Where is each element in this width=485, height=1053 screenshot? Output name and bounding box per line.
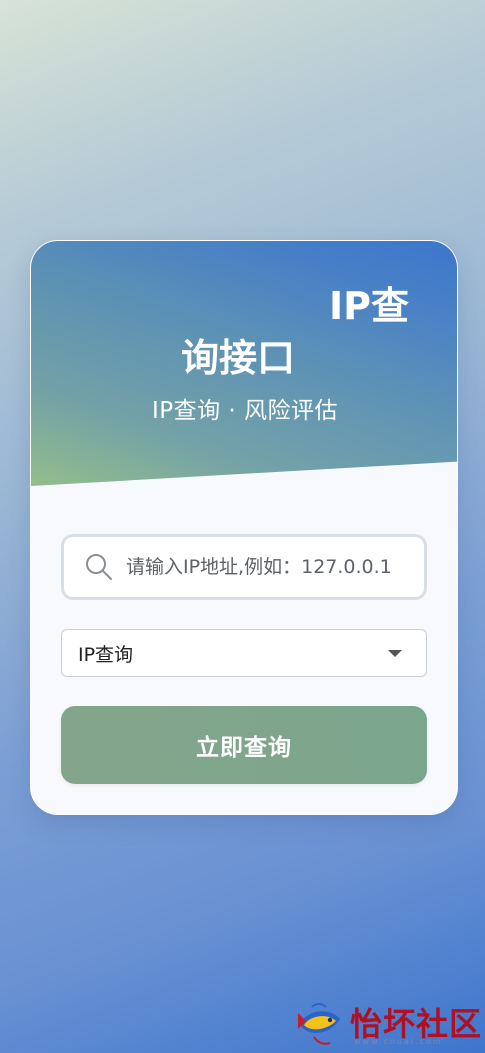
chevron-down-icon — [388, 649, 402, 657]
query-type-value: IP查询 — [78, 643, 134, 666]
watermark-logo: 怡坏社区 www.cnuai.com — [292, 997, 482, 1049]
submit-query-button[interactable]: 立即查询 — [61, 706, 427, 784]
page-subtitle: IP查询 · 风险评估 — [151, 398, 339, 424]
title-line-2: 询接口 — [181, 336, 296, 380]
fish-logo-icon — [298, 1003, 340, 1045]
query-card: IP查 询接口 IP查询 · 风险评估 IP查询 立即查询 — [30, 240, 458, 815]
search-icon — [86, 554, 112, 580]
search-field[interactable] — [61, 534, 427, 600]
watermark-url: www.cnuai.com — [354, 1037, 443, 1046]
ip-search-input[interactable] — [126, 556, 406, 578]
query-type-select[interactable]: IP查询 — [61, 629, 427, 677]
title-line-1: IP查 — [329, 284, 409, 328]
